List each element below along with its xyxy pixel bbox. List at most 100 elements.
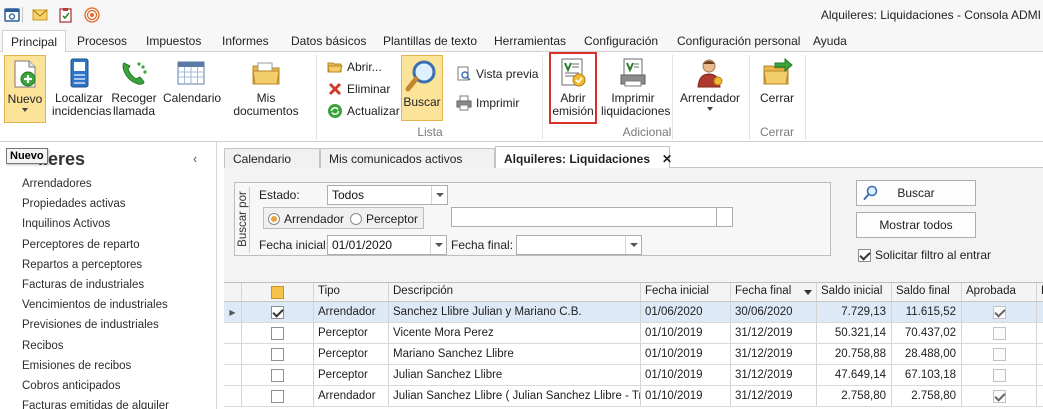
- row-checkbox[interactable]: [271, 369, 284, 382]
- nav-item-previsiones-de-industriales[interactable]: Previsiones de industriales: [22, 319, 169, 339]
- select-all-checkbox[interactable]: [271, 286, 284, 299]
- checkbox-checked[interactable]: [858, 248, 871, 262]
- buscar-ribbon-button[interactable]: Buscar: [401, 55, 443, 121]
- magnifier-icon: [863, 185, 878, 200]
- row-checkbox-cell[interactable]: [242, 365, 314, 385]
- col-header-d[interactable]: D: [1037, 283, 1043, 301]
- doc-tab-alquileres-liquidaciones[interactable]: Alquileres: Liquidaciones ✕: [495, 146, 672, 169]
- collapse-chevron-icon[interactable]: ‹: [193, 151, 197, 166]
- tab-procesos[interactable]: Procesos: [77, 34, 127, 48]
- document-tabs: Calendario Mis comunicados activos Alqui…: [224, 146, 1043, 169]
- buscar-button[interactable]: Buscar: [856, 180, 976, 206]
- tab-herramientas[interactable]: Herramientas: [494, 34, 566, 48]
- tab-principal[interactable]: Principal: [2, 30, 67, 53]
- app-icon[interactable]: [4, 7, 20, 23]
- nav-item-vencimientos-de-industriales[interactable]: Vencimientos de industriales: [22, 299, 169, 319]
- radio-arrendador[interactable]: Arrendador: [268, 212, 344, 226]
- cell-aprobada: [962, 344, 1037, 364]
- tab-plantillas-de-texto[interactable]: Plantillas de texto: [383, 34, 477, 48]
- imprimir-liquidaciones-label-2: liquidaciones: [601, 104, 671, 118]
- entity-search-button[interactable]: [716, 207, 733, 227]
- nav-item-propiedades-activas[interactable]: Propiedades activas: [22, 198, 169, 218]
- row-checkbox[interactable]: [271, 348, 284, 361]
- recoger-llamada-button[interactable]: Recoger llamada: [110, 55, 158, 123]
- chevron-down-icon[interactable]: [431, 186, 447, 204]
- table-row[interactable]: Perceptor Vicente Mora Perez 01/10/2019 …: [224, 323, 1043, 344]
- close-icon[interactable]: ✕: [662, 152, 672, 166]
- col-header-aprobada[interactable]: Aprobada: [962, 283, 1037, 301]
- eliminar-button[interactable]: Eliminar: [327, 80, 390, 98]
- nav-item-inquilinos-activos[interactable]: Inquilinos Activos: [22, 218, 169, 238]
- nav-item-repartos-a-perceptores[interactable]: Repartos a perceptores: [22, 259, 169, 279]
- calendario-label: Calendario: [163, 91, 222, 105]
- row-checkbox-cell[interactable]: [242, 323, 314, 343]
- mail-icon[interactable]: [32, 7, 48, 23]
- cell-fecha-final: 30/06/2020: [731, 302, 817, 322]
- vista-previa-button[interactable]: Vista previa: [456, 65, 538, 83]
- abrir-button[interactable]: Abrir...: [327, 58, 382, 76]
- tab-ayuda[interactable]: Ayuda: [813, 34, 847, 48]
- col-header-saldo-inicial[interactable]: Saldo inicial: [817, 283, 892, 301]
- table-row[interactable]: Perceptor Mariano Sanchez Llibre 01/10/2…: [224, 344, 1043, 365]
- table-row[interactable]: Arrendador Julian Sanchez Llibre ( Julia…: [224, 386, 1043, 407]
- row-checkbox-cell[interactable]: [242, 386, 314, 406]
- nav-item-emisiones-de-recibos[interactable]: Emisiones de recibos: [22, 360, 169, 380]
- cerrar-button[interactable]: Cerrar: [755, 55, 799, 123]
- col-header-saldo-final[interactable]: Saldo final: [892, 283, 962, 301]
- row-checkbox[interactable]: [271, 390, 284, 403]
- row-checkbox-cell[interactable]: [242, 344, 314, 364]
- arrendador-button[interactable]: Arrendador: [678, 55, 742, 123]
- emission-document-icon: [561, 58, 586, 87]
- actualizar-button[interactable]: Actualizar: [327, 102, 400, 120]
- localizar-incidencias-button[interactable]: Localizar incidencias: [52, 55, 111, 123]
- col-header-fecha-final[interactable]: Fecha final: [731, 283, 817, 301]
- nuevo-button[interactable]: Nuevo: [4, 55, 46, 123]
- chevron-down-icon[interactable]: [625, 236, 641, 254]
- row-indicator: [224, 323, 242, 343]
- estado-select[interactable]: Todos: [327, 185, 448, 205]
- clipboard-check-icon[interactable]: [58, 7, 74, 23]
- nav-item-facturas-de-industriales[interactable]: Facturas de industriales: [22, 279, 169, 299]
- abrir-emision-button[interactable]: Abrir emisión: [549, 52, 597, 124]
- radio-perceptor[interactable]: Perceptor: [350, 212, 418, 226]
- signal-icon[interactable]: [84, 7, 100, 23]
- navigation-panel: Nuevo lleres ‹ Arrendadores Propiedades …: [0, 142, 217, 409]
- nav-item-facturas-emitidas-de-alquiler[interactable]: Facturas emitidas de alquiler: [22, 400, 169, 409]
- row-checkbox[interactable]: [271, 306, 284, 319]
- doc-tab-calendario[interactable]: Calendario: [224, 148, 320, 168]
- tab-impuestos[interactable]: Impuestos: [146, 34, 201, 48]
- imprimir-button[interactable]: Imprimir: [456, 94, 519, 112]
- nav-item-recibos[interactable]: Recibos: [22, 340, 169, 360]
- tab-configuracion-personal[interactable]: Configuración personal: [677, 34, 800, 48]
- cell-d: [1037, 302, 1043, 322]
- estado-value: Todos: [332, 188, 365, 202]
- tab-informes[interactable]: Informes: [222, 34, 269, 48]
- tab-configuracion[interactable]: Configuración: [584, 34, 658, 48]
- table-row[interactable]: ▶ Arrendador Sanchez Llibre Julian y Mar…: [224, 302, 1043, 323]
- cell-fecha-final: 31/12/2019: [731, 386, 817, 406]
- solicitar-filtro-checkbox[interactable]: Solicitar filtro al entrar: [858, 248, 991, 262]
- row-checkbox-cell[interactable]: [242, 302, 314, 322]
- fecha-final-field[interactable]: [516, 235, 642, 255]
- table-row[interactable]: Perceptor Julian Sanchez Llibre 01/10/20…: [224, 365, 1043, 386]
- cell-aprobada: [962, 323, 1037, 343]
- doc-tab-mis-comunicados-activos[interactable]: Mis comunicados activos: [320, 148, 495, 168]
- entity-search-input[interactable]: [451, 207, 717, 227]
- imprimir-liquidaciones-button[interactable]: Imprimir liquidaciones: [601, 55, 671, 123]
- col-header-descripcion[interactable]: Descripción: [389, 283, 641, 301]
- fecha-inicial-field[interactable]: 01/01/2020: [327, 235, 447, 255]
- cell-descripcion: Vicente Mora Perez: [389, 323, 641, 343]
- eliminar-label: Eliminar: [347, 82, 391, 96]
- nav-item-cobros-anticipados[interactable]: Cobros anticipados: [22, 380, 169, 400]
- col-header-tipo[interactable]: Tipo: [314, 283, 389, 301]
- tab-datos-basicos[interactable]: Datos básicos: [291, 34, 366, 48]
- select-all-header[interactable]: [242, 283, 314, 301]
- calendario-button[interactable]: Calendario: [163, 55, 222, 123]
- col-header-fecha-inicial[interactable]: Fecha inicial: [641, 283, 731, 301]
- mostrar-todos-button[interactable]: Mostrar todos: [856, 212, 976, 238]
- nav-item-perceptores-de-reparto[interactable]: Perceptores de reparto: [22, 239, 169, 259]
- row-checkbox[interactable]: [271, 327, 284, 340]
- mis-documentos-button[interactable]: Mis documentos: [225, 55, 307, 123]
- nav-item-arrendadores[interactable]: Arrendadores: [22, 178, 169, 198]
- chevron-down-icon[interactable]: [430, 236, 446, 254]
